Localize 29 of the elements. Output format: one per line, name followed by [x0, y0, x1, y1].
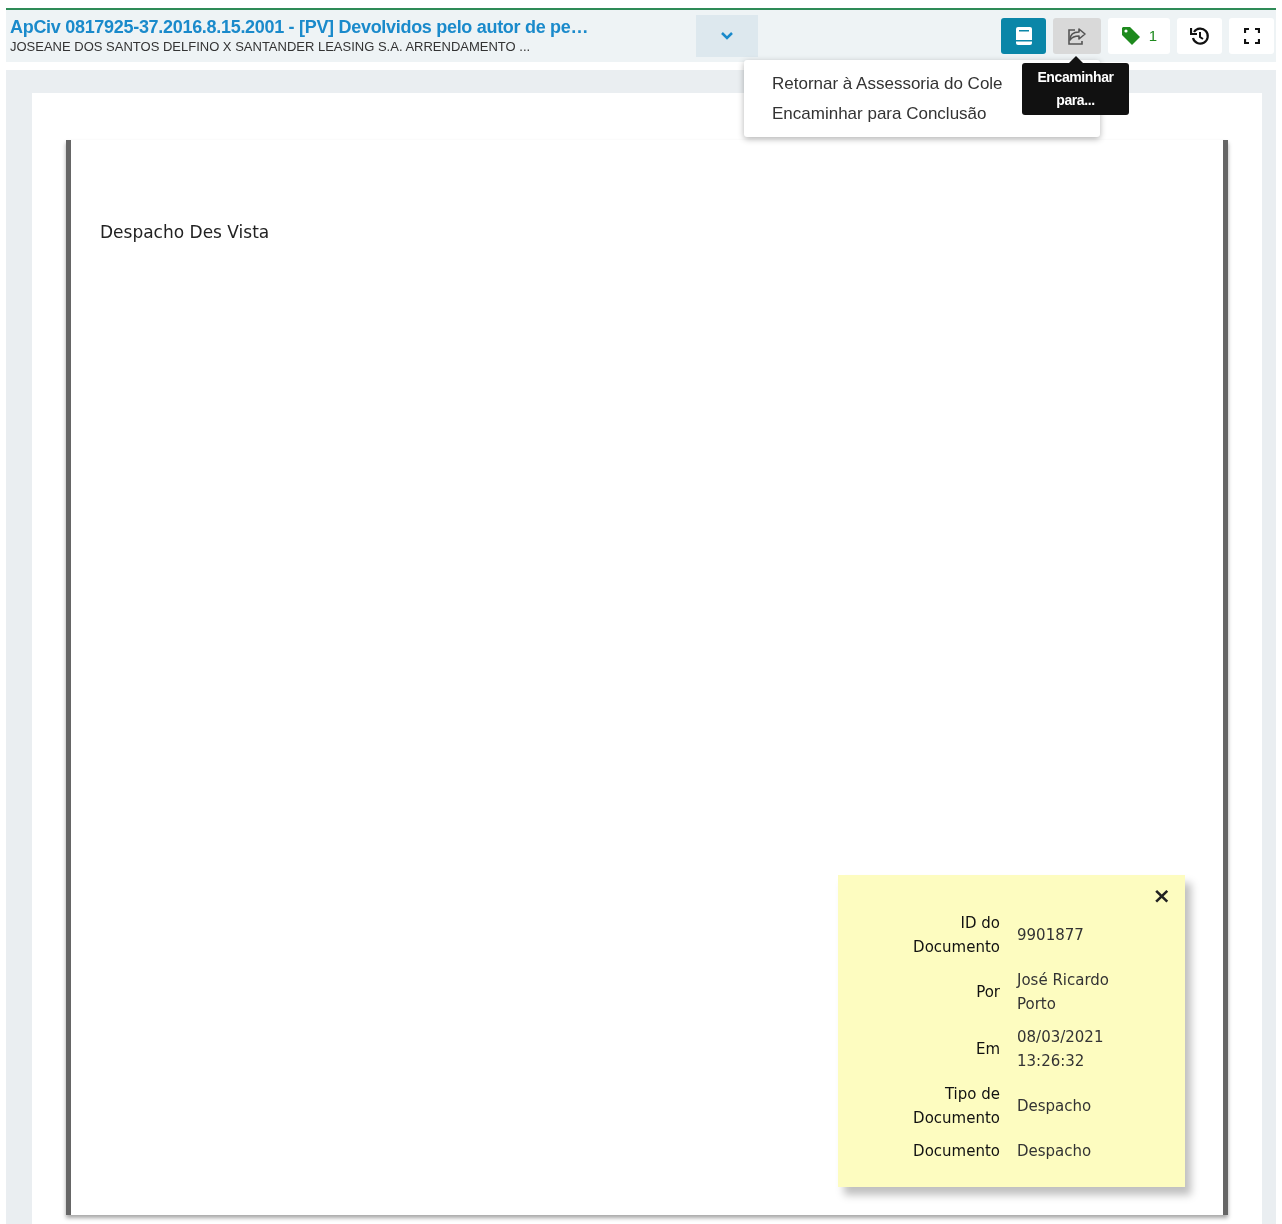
tag-count: 1	[1148, 25, 1158, 46]
close-button[interactable]: ×	[1152, 885, 1171, 907]
forward-button[interactable]	[1053, 18, 1101, 54]
tag-icon	[1120, 26, 1141, 46]
fullscreen-button[interactable]	[1229, 18, 1274, 54]
field-label: ID do Documento	[912, 913, 1000, 958]
chevron-down-icon	[721, 32, 733, 40]
fullscreen-icon	[1243, 28, 1260, 44]
book-icon	[1014, 26, 1033, 46]
field-value: 9901877	[1017, 925, 1085, 946]
field-label: Tipo de Documento	[912, 1084, 1000, 1129]
history-button[interactable]	[1177, 18, 1222, 54]
document-text: Despacho Des Vista	[100, 221, 270, 244]
field-value: Despacho	[1017, 1141, 1093, 1162]
tooltip: Encaminhar para...	[1022, 63, 1129, 115]
tag-button[interactable]: 1	[1108, 18, 1170, 54]
parties-subtitle: JOSEANE DOS SANTOS DELFINO X SANTANDER LEASING S.A. ARRENDAMENTO ...	[10, 38, 532, 56]
share-icon	[1066, 26, 1088, 46]
history-icon	[1189, 26, 1210, 46]
menu-item[interactable]: Encaminhar para Conclusão	[772, 101, 987, 126]
menu-item[interactable]: Retornar à Assessoria do Cole	[772, 71, 1003, 96]
field-value: 08/03/2021 13:26:32	[1017, 1027, 1105, 1072]
field-value: Despacho	[1017, 1096, 1093, 1117]
field-value: José Ricardo Porto	[1017, 970, 1111, 1015]
tooltip-arrow	[1068, 56, 1083, 63]
book-button[interactable]	[1001, 18, 1046, 54]
field-label: Por	[975, 982, 1000, 1003]
field-label: Documento	[912, 1141, 1000, 1162]
field-label: Em	[974, 1039, 1000, 1060]
